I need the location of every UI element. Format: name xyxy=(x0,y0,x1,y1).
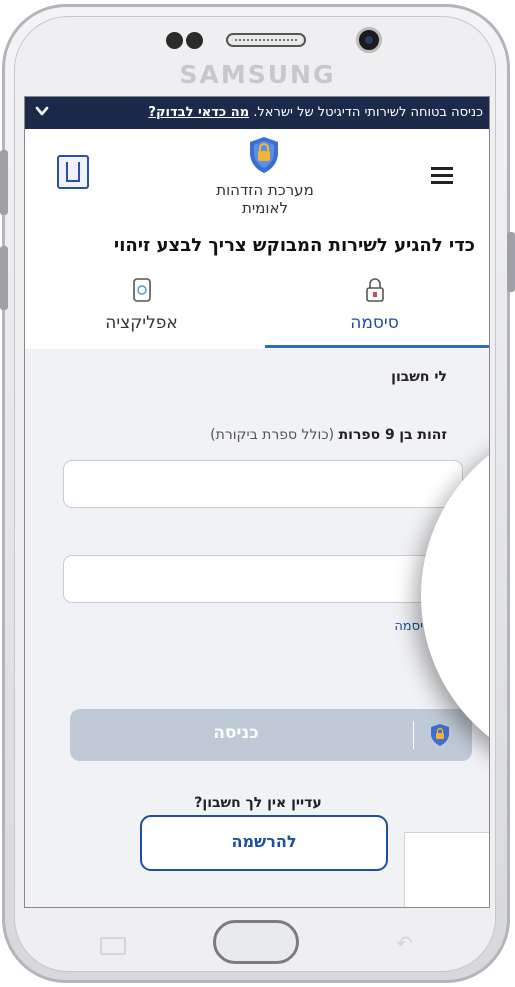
service-name-line1: מערכת הזדהות xyxy=(216,181,314,199)
register-button[interactable]: להרשמה xyxy=(140,815,388,871)
shield-lock-icon xyxy=(250,137,278,173)
login-button[interactable]: כניסה xyxy=(70,709,472,761)
tab-app-label: אפליקציה xyxy=(105,313,178,333)
proximity-sensor xyxy=(166,32,183,49)
menu-icon[interactable] xyxy=(431,167,453,184)
earpiece-speaker xyxy=(226,33,306,47)
id-hint-digits: 9 ספרות xyxy=(338,427,395,443)
light-sensor xyxy=(186,32,203,49)
login-method-tabs: סיסמה אפליקציה xyxy=(25,263,489,349)
id-hint-prefix: זהות בן xyxy=(399,427,447,443)
account-section-title: לי חשבון xyxy=(391,369,447,385)
id-hint: זהות בן 9 ספרות (כולל ספרת ביקורת) xyxy=(210,427,447,443)
id-hint-note: (כולל ספרת ביקורת) xyxy=(210,427,335,443)
service-name-line2: לאומית xyxy=(241,199,289,217)
side-card xyxy=(404,832,489,907)
what-to-check-link[interactable]: מה כדאי לבדוק? xyxy=(148,105,249,120)
shield-lock-icon xyxy=(431,724,449,746)
front-camera xyxy=(356,27,382,53)
device-brand: SAMSUNG xyxy=(179,60,336,89)
password-input[interactable] xyxy=(63,555,463,603)
security-notice-bar[interactable]: כניסה בטוחה לשירותי הדיגיטל של ישראל. מה… xyxy=(25,97,489,129)
volume-down-button xyxy=(0,246,8,310)
tab-app[interactable]: אפליקציה xyxy=(25,263,258,349)
home-button[interactable] xyxy=(213,920,299,964)
recent-apps-icon[interactable] xyxy=(100,937,126,955)
phone-app-icon xyxy=(132,278,151,302)
page-headline: כדי להגיע לשירות המבוקש צריך לבצע זיהוי xyxy=(113,235,475,256)
id-number-input[interactable] xyxy=(63,460,463,508)
tab-password-label: סיסמה xyxy=(350,313,399,333)
security-notice-text: כניסה בטוחה לשירותי הדיגיטל של ישראל. מה… xyxy=(148,97,483,129)
chevron-down-icon[interactable] xyxy=(35,104,49,122)
register-button-label: להרשמה xyxy=(231,832,297,851)
power-button xyxy=(507,232,515,292)
state-emblem-icon xyxy=(57,155,89,189)
phone-screen: כניסה בטוחה לשירותי הדיגיטל של ישראל. מה… xyxy=(24,96,490,908)
login-button-label: כניסה xyxy=(213,723,259,743)
service-name: מערכת הזדהות לאומית xyxy=(185,181,345,217)
back-icon[interactable]: ↶ xyxy=(396,931,413,955)
tab-password[interactable]: סיסמה xyxy=(258,263,489,349)
lock-icon xyxy=(365,278,384,302)
security-notice-message: כניסה בטוחה לשירותי הדיגיטל של ישראל. xyxy=(253,105,483,120)
magnified-text: בי xyxy=(488,694,489,719)
volume-up-button xyxy=(0,150,8,215)
no-account-prompt: עדיין אין לך חשבון? xyxy=(194,795,322,811)
login-button-separator xyxy=(413,721,414,749)
active-tab-indicator xyxy=(265,345,489,348)
